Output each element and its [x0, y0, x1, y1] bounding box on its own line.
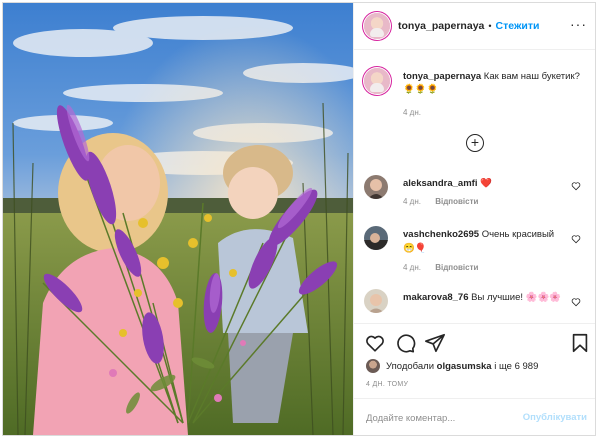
caption-text: tonya_papernaya Как вам наш букетик? 🌻🌻🌻	[403, 70, 583, 96]
liker-username[interactable]: olgasumska	[437, 361, 492, 372]
comment-like-heart-icon[interactable]	[571, 181, 581, 191]
caption-time[interactable]: 4 дн.	[403, 108, 421, 117]
comment-bubble-icon[interactable]	[394, 332, 416, 354]
post-photo-image	[3, 3, 353, 435]
comment-text: makarova8_76 Вы лучшие! 🌸🌸🌸	[403, 291, 563, 305]
bookmark-icon[interactable]	[569, 332, 591, 354]
paper-plane-icon[interactable]	[424, 332, 446, 354]
comment-input[interactable]	[366, 409, 506, 427]
likes-summary: Уподобали olgasumska і ще 6 989	[366, 359, 538, 373]
action-icons	[364, 332, 589, 354]
comments-list[interactable]: tonya_papernaya Как вам наш букетик? 🌻🌻🌻…	[354, 51, 595, 323]
ellipsis-icon[interactable]: ···	[570, 17, 587, 31]
post-photo[interactable]	[3, 3, 353, 435]
post-actions: Уподобали olgasumska і ще 6 989 4 ДН. ТО…	[354, 323, 595, 435]
comment-like-heart-icon[interactable]	[571, 297, 581, 307]
follow-button[interactable]: Стежити	[496, 20, 540, 32]
separator-dot: •	[488, 21, 492, 31]
comment-meta: 4 дн. Відповісти	[403, 263, 478, 272]
commenter-avatar[interactable]	[364, 175, 388, 199]
liker-avatar[interactable]	[366, 359, 380, 373]
comment-body: ❤️	[480, 178, 492, 189]
caption-author[interactable]: tonya_papernaya	[403, 71, 481, 82]
author-username[interactable]: tonya_papernaya	[398, 20, 484, 32]
reply-button[interactable]: Відповісти	[435, 263, 478, 272]
commenter-avatar[interactable]	[364, 226, 388, 250]
likes-prefix: Уподобали	[386, 360, 435, 372]
plus-circle-icon[interactable]: +	[466, 134, 484, 152]
comment-author[interactable]: aleksandra_amfi	[403, 178, 477, 189]
post-timestamp[interactable]: 4 ДН. ТОМУ	[366, 381, 408, 388]
comment-author[interactable]: makarova8_76	[403, 292, 469, 303]
post-sidebar: tonya_papernaya • Стежити ··· tonya_pape…	[353, 3, 595, 435]
comment-body: Вы лучшие! 🌸🌸🌸	[471, 292, 562, 303]
instagram-post: tonya_papernaya • Стежити ··· tonya_pape…	[2, 2, 596, 436]
likes-count[interactable]: і ще 6 989	[494, 361, 538, 372]
comment-text: aleksandra_amfi ❤️	[403, 177, 563, 191]
comment-author[interactable]: vashchenko2695	[403, 229, 479, 240]
post-header: tonya_papernaya • Стежити ···	[354, 3, 595, 50]
comment-meta: 4 дн. Відповісти	[403, 197, 478, 206]
commenter-avatar[interactable]	[364, 289, 388, 313]
caption-author-avatar[interactable]	[364, 68, 390, 94]
comment-time[interactable]: 4 дн.	[403, 197, 421, 206]
publish-button[interactable]: Опублікувати	[523, 412, 587, 423]
author-avatar[interactable]	[364, 13, 390, 39]
comment-like-heart-icon[interactable]	[571, 234, 581, 244]
add-comment-bar: Опублікувати	[354, 398, 595, 435]
heart-icon[interactable]	[364, 332, 386, 354]
comment-text: vashchenko2695 Очень красивый 😁🎈	[403, 228, 563, 256]
comment-time[interactable]: 4 дн.	[403, 263, 421, 272]
reply-button[interactable]: Відповісти	[435, 197, 478, 206]
